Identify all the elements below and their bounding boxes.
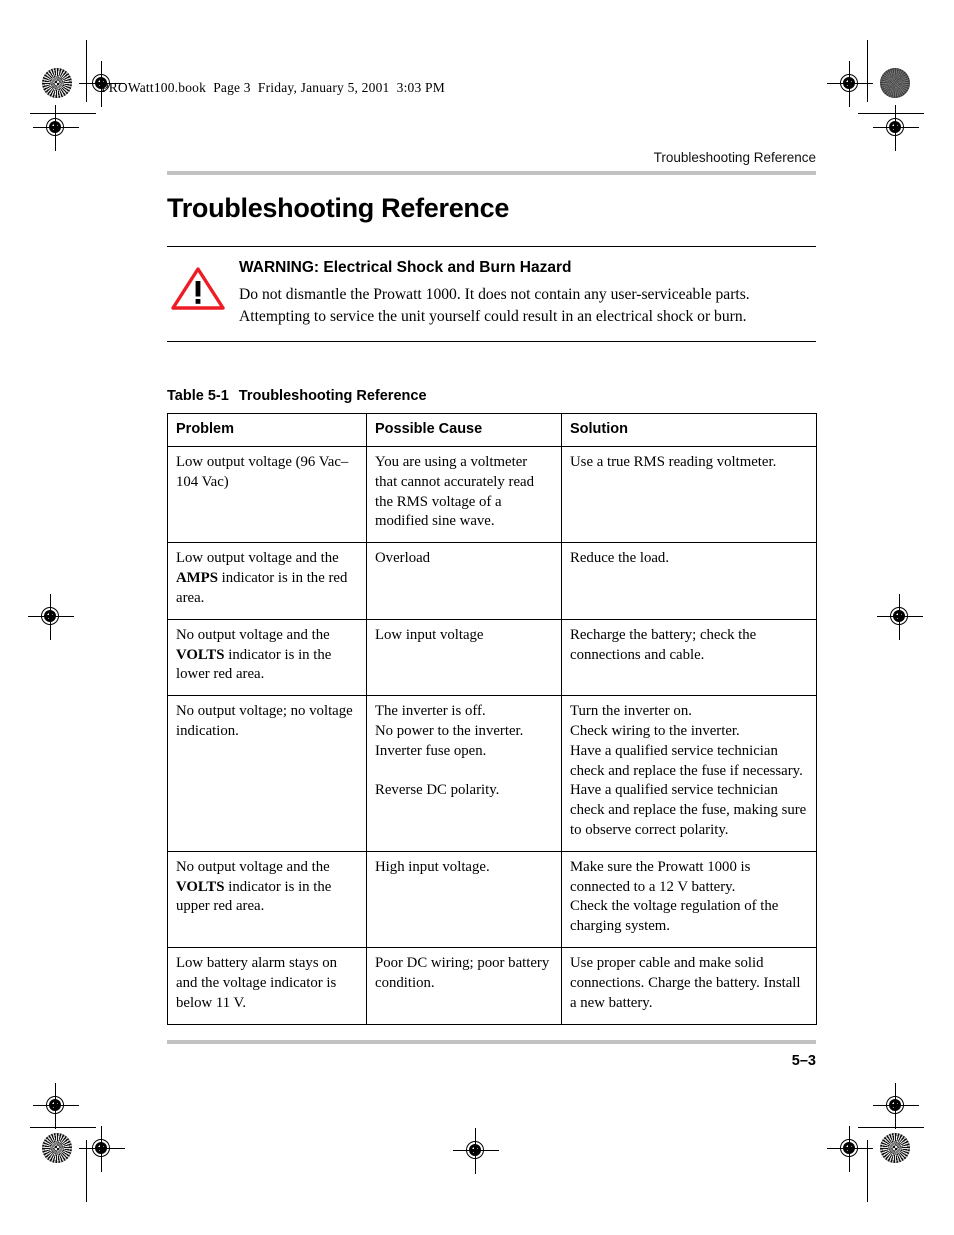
warning-admonition: WARNING: Electrical Shock and Burn Hazar…	[167, 246, 816, 343]
document-page: PROWatt100.book Page 3 Friday, January 5…	[0, 0, 954, 1235]
warning-body: WARNING: Electrical Shock and Burn Hazar…	[239, 259, 816, 327]
table-row: No output voltage and the VOLTS indicato…	[167, 850, 817, 949]
cell-problem: Low battery alarm stays on and the volta…	[167, 947, 367, 1025]
table-header-row: Problem Possible Cause Solution	[167, 413, 817, 448]
column-header-problem: Problem	[167, 413, 367, 448]
cell-problem: Low output voltage and the AMPS indicato…	[167, 542, 367, 620]
registration-target-icon	[827, 1126, 873, 1172]
cell-solution: Recharge the battery; check the connecti…	[561, 618, 817, 697]
registration-target-icon	[827, 61, 873, 107]
color-rosette-icon	[42, 68, 72, 98]
table-row: Low battery alarm stays on and the volta…	[167, 947, 817, 1025]
warning-triangle-icon	[170, 265, 226, 311]
running-head: Troubleshooting Reference	[653, 150, 816, 165]
color-rosette-icon	[880, 68, 910, 98]
cell-problem: Low output voltage (96 Vac–104 Vac)	[167, 446, 367, 544]
table-caption: Table 5-1 Troubleshooting Reference	[167, 388, 816, 404]
cell-problem: No output voltage; no voltage indication…	[167, 695, 367, 852]
color-rosette-icon	[880, 1133, 910, 1163]
table-row: No output voltage; no voltage indication…	[167, 695, 817, 852]
table-row: Low output voltage and the AMPS indicato…	[167, 542, 817, 620]
cell-solution: Use proper cable and make solid connecti…	[561, 947, 817, 1025]
warning-text: Do not dismantle the Prowatt 1000. It do…	[239, 286, 750, 325]
cell-solution: Use a true RMS reading voltmeter.	[561, 446, 817, 544]
registration-target-icon	[33, 1083, 79, 1129]
cell-solution: Reduce the load.	[561, 542, 817, 620]
registration-target-icon	[28, 594, 74, 640]
column-header-possible-cause: Possible Cause	[366, 413, 562, 448]
cell-possible-cause: High input voltage.	[366, 850, 562, 949]
registration-target-icon	[873, 105, 919, 151]
page-footer: 5–3	[167, 1040, 816, 1069]
cell-problem: No output voltage and the VOLTS indicato…	[167, 850, 367, 949]
registration-target-icon	[873, 1083, 919, 1129]
registration-target-icon	[33, 105, 79, 151]
page-number: 5–3	[791, 1053, 816, 1069]
table-body: Low output voltage (96 Vac–104 Vac) You a…	[167, 446, 817, 1025]
cell-problem: No output voltage and the VOLTS indicato…	[167, 618, 367, 697]
table-row: No output voltage and the VOLTS indicato…	[167, 618, 817, 697]
cell-possible-cause: Poor DC wiring; poor battery condition.	[366, 947, 562, 1025]
cell-possible-cause: The inverter is off. No power to the inve…	[366, 695, 562, 852]
registration-target-icon	[453, 1128, 499, 1174]
cell-solution: Make sure the Prowatt 1000 is connected …	[561, 850, 817, 949]
table-caption-text: Troubleshooting Reference	[238, 388, 427, 405]
color-rosette-icon	[42, 1133, 72, 1163]
cell-possible-cause: Low input voltage	[366, 618, 562, 697]
slug-line: PROWatt100.book Page 3 Friday, January 5…	[101, 80, 445, 95]
cell-solution: Turn the inverter on. Check wiring to the…	[561, 695, 817, 852]
registration-target-icon	[79, 1126, 125, 1172]
column-header-solution: Solution	[561, 413, 817, 448]
table-caption-number: Table 5-1	[167, 388, 229, 405]
troubleshooting-table: Problem Possible Cause Solution Low outp…	[167, 413, 817, 1025]
cell-possible-cause: You are using a voltmeter that cannot ac…	[366, 446, 562, 544]
cell-possible-cause: Overload	[366, 542, 562, 620]
table-row: Low output voltage (96 Vac–104 Vac) You a…	[167, 446, 817, 544]
footer-rule	[167, 1040, 816, 1044]
content-column: Troubleshooting Reference Troubleshootin…	[167, 150, 817, 1025]
header-rule	[167, 171, 816, 175]
warning-title: WARNING: Electrical Shock and Burn Hazar…	[239, 259, 572, 276]
registration-target-icon	[877, 594, 923, 640]
page-title: Troubleshooting Reference	[167, 193, 510, 223]
